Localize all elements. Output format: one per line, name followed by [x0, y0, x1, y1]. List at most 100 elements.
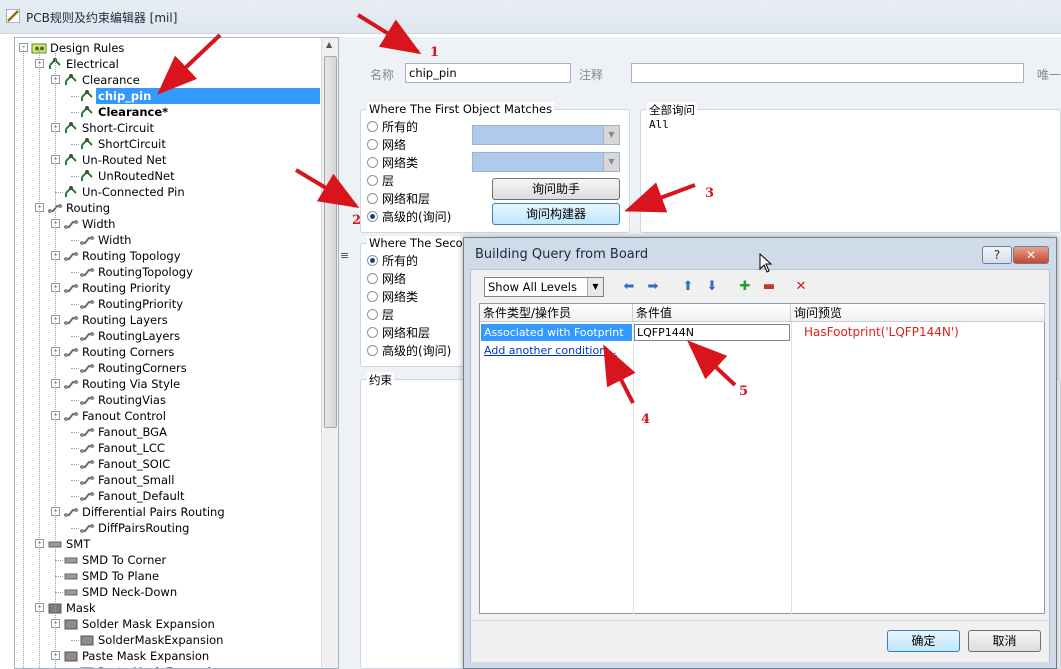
tree-item[interactable]: - Routing Corners — [15, 344, 320, 360]
full-query-text[interactable]: All — [649, 118, 669, 131]
delete-icon[interactable]: ✕ — [793, 279, 809, 295]
tree-item[interactable]: Fanout_BGA — [15, 424, 320, 440]
tree-item[interactable]: - Short-Circuit — [15, 120, 320, 136]
radio-option[interactable]: 高级的(询问) — [367, 342, 451, 360]
tree-scrollbar[interactable]: ▲ — [321, 38, 338, 668]
tree-item[interactable]: SMD To Corner — [15, 552, 320, 568]
tree-item[interactable]: - Routing Via Style — [15, 376, 320, 392]
radio-label: 网络 — [382, 138, 407, 152]
electrical-rule-icon — [63, 185, 79, 199]
radio-button[interactable] — [367, 121, 378, 132]
arrow-left-icon[interactable]: ⬅ — [621, 279, 637, 295]
cancel-button[interactable]: 取消 — [968, 630, 1041, 652]
radio-option[interactable]: 网络和层 — [367, 324, 430, 342]
tree-item[interactable]: Fanout_SOIC — [15, 456, 320, 472]
radio-button[interactable] — [367, 327, 378, 338]
radio-option[interactable]: 高级的(询问) — [367, 208, 451, 226]
tree-item[interactable]: - Clearance — [15, 72, 320, 88]
tree-item[interactable]: Un-Connected Pin — [15, 184, 320, 200]
tree-item[interactable]: SMD Neck-Down — [15, 584, 320, 600]
tree-item[interactable]: - Differential Pairs Routing — [15, 504, 320, 520]
tree-item[interactable]: - Un-Routed Net — [15, 152, 320, 168]
radio-button[interactable] — [367, 291, 378, 302]
radio-button[interactable] — [367, 157, 378, 168]
arrow-up-icon[interactable]: ⬆ — [680, 279, 696, 295]
tree-item[interactable]: UnRoutedNet — [15, 168, 320, 184]
close-button[interactable]: ✕ — [1013, 246, 1049, 264]
radio-button[interactable] — [367, 193, 378, 204]
tree-item[interactable]: - Electrical — [15, 56, 320, 72]
radio-option[interactable]: 层 — [367, 172, 394, 190]
radio-option[interactable]: 网络类 — [367, 154, 418, 172]
tree-item[interactable]: - Mask — [15, 600, 320, 616]
radio-option[interactable]: 网络和层 — [367, 190, 430, 208]
radio-option[interactable]: 网络 — [367, 136, 406, 154]
scroll-thumb[interactable] — [324, 56, 337, 428]
radio-button[interactable] — [367, 273, 378, 284]
rule-name-input[interactable]: chip_pin — [405, 63, 571, 83]
tree-item[interactable]: Clearance* — [15, 104, 320, 120]
tree-item[interactable]: - Fanout Control — [15, 408, 320, 424]
tree-item[interactable]: DiffPairsRouting — [15, 520, 320, 536]
tree-item[interactable]: Fanout_Default — [15, 488, 320, 504]
comment-input[interactable] — [631, 63, 1024, 83]
help-button[interactable]: ? — [982, 246, 1012, 264]
radio-button[interactable] — [367, 211, 378, 222]
tree-item[interactable]: - Solder Mask Expansion — [15, 616, 320, 632]
rules-tree[interactable]: - Design Rules - Electrical - Clearance chip_p… — [14, 37, 339, 669]
tree-item[interactable]: Fanout_LCC — [15, 440, 320, 456]
radio-option[interactable]: 层 — [367, 306, 394, 324]
tree-item[interactable]: - Width — [15, 216, 320, 232]
tree-item[interactable]: - SMT — [15, 536, 320, 552]
tree-item[interactable]: RoutingCorners — [15, 360, 320, 376]
tree-item[interactable]: chip_pin — [15, 88, 320, 104]
tree-item[interactable]: - Paste Mask Expansion — [15, 648, 320, 664]
tree-item[interactable]: RoutingPriority — [15, 296, 320, 312]
add-condition-link[interactable]: Add another condition... — [484, 344, 617, 357]
tree-item[interactable]: - Design Rules — [15, 40, 320, 56]
ok-button[interactable]: 确定 — [887, 630, 960, 652]
scroll-up-icon[interactable]: ▲ — [326, 40, 332, 49]
radio-option[interactable]: 网络类 — [367, 288, 418, 306]
panel-splitter[interactable]: ≡ — [339, 37, 349, 669]
tree-item[interactable]: Width — [15, 232, 320, 248]
tree-item[interactable]: RoutingTopology — [15, 264, 320, 280]
radio-button[interactable] — [367, 309, 378, 320]
tree-item-label: Fanout_Small — [98, 473, 175, 487]
radio-button[interactable] — [367, 139, 378, 150]
tree-item[interactable]: SolderMaskExpansion — [15, 632, 320, 648]
tree-item-label: Paste Mask Expansion — [96, 664, 227, 668]
tree-item[interactable]: - Routing Priority — [15, 280, 320, 296]
condition-type-cell[interactable]: Associated with Footprint — [481, 324, 632, 341]
arrow-right-icon[interactable]: ➡ — [645, 279, 661, 295]
tree-item[interactable]: RoutingVias — [15, 392, 320, 408]
tree-item[interactable]: ShortCircuit — [15, 136, 320, 152]
tree-item[interactable]: SMD To Plane — [15, 568, 320, 584]
radio-button[interactable] — [367, 175, 378, 186]
remove-condition-icon[interactable]: ▬ — [761, 279, 777, 295]
tree-connector — [71, 304, 79, 305]
add-condition-icon[interactable]: ✚ — [737, 279, 753, 295]
tree-item-label: Un-Routed Net — [82, 153, 167, 167]
condition-value-input[interactable]: LQFP144N — [634, 324, 790, 341]
splitter-grip-icon[interactable]: ≡ — [340, 249, 349, 262]
levels-select[interactable]: Show All Levels ▼ — [484, 277, 604, 297]
query-helper-button[interactable]: 询问助手 — [492, 178, 620, 200]
radio-option[interactable]: 所有的 — [367, 118, 418, 136]
tree-item[interactable]: - Routing Topology — [15, 248, 320, 264]
window-title: PCB规则及约束编辑器 [mil] — [26, 11, 178, 25]
radio-button[interactable] — [367, 255, 378, 266]
tree-connector — [71, 528, 79, 529]
arrow-down-icon[interactable]: ⬇ — [704, 279, 720, 295]
routing-rule-icon — [79, 489, 95, 503]
radio-option[interactable]: 网络 — [367, 270, 406, 288]
tree-item[interactable]: - Routing — [15, 200, 320, 216]
query-builder-button[interactable]: 询问构建器 — [492, 203, 620, 225]
tree-item[interactable]: Paste Mask Expansion — [15, 664, 320, 668]
tree-item[interactable]: Fanout_Small — [15, 472, 320, 488]
radio-option[interactable]: 所有的 — [367, 252, 418, 270]
chevron-down-icon[interactable]: ▼ — [587, 278, 603, 296]
radio-button[interactable] — [367, 345, 378, 356]
tree-item[interactable]: - Routing Layers — [15, 312, 320, 328]
tree-item[interactable]: RoutingLayers — [15, 328, 320, 344]
